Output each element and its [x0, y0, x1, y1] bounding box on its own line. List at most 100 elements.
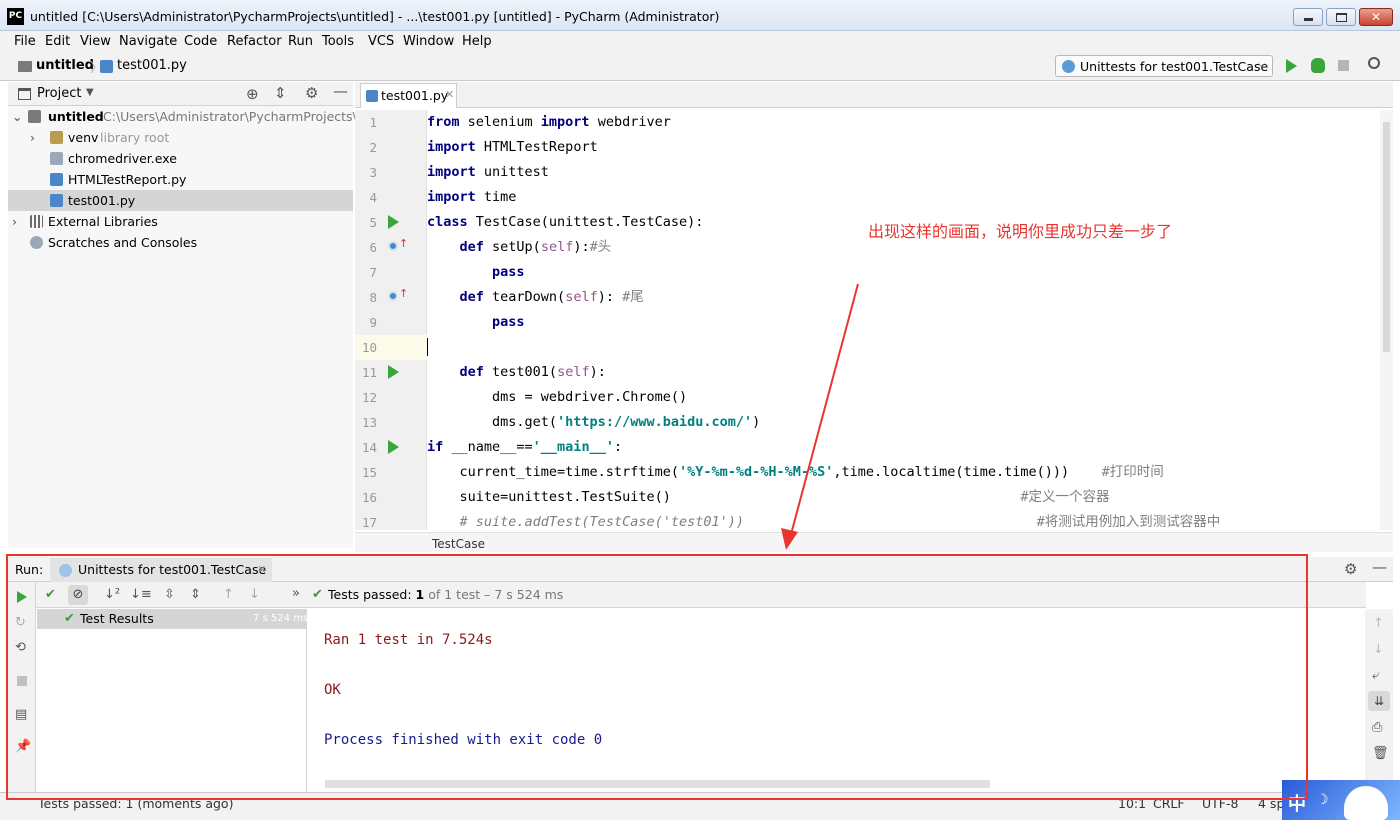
code-line: def tearDown(self): #尾	[459, 289, 644, 305]
editor-tab-test001[interactable]: test001.py ✕	[360, 83, 457, 108]
tree-item-label: venv	[68, 130, 99, 145]
soft-wrap-icon[interactable]: ⤶	[1372, 669, 1379, 683]
file-icon	[50, 152, 63, 165]
menu-navigate[interactable]: Navigate	[119, 34, 177, 49]
override-gutter-icon[interactable]	[388, 291, 398, 301]
scratch-icon	[30, 236, 43, 249]
override-gutter-icon[interactable]	[388, 241, 398, 251]
line-number: 16	[361, 490, 377, 505]
code-line	[427, 335, 1380, 360]
tree-item-label: chromedriver.exe	[68, 151, 177, 166]
menu-tools[interactable]: Tools	[322, 34, 354, 49]
hide-icon[interactable]: —	[333, 84, 348, 99]
gear-icon[interactable]: ⚙	[305, 86, 318, 101]
line-number: 10	[361, 340, 377, 355]
minimize-icon	[1303, 18, 1313, 21]
scroll-up-icon[interactable]: ↑	[1373, 617, 1384, 631]
minimize-button[interactable]	[1293, 8, 1323, 26]
line-number: 2	[369, 140, 377, 155]
menu-run[interactable]: Run	[288, 34, 313, 49]
debug-button[interactable]	[1311, 58, 1325, 73]
menu-vcs[interactable]: VCS	[368, 34, 394, 49]
collapse-all-icon[interactable]: ⇕	[274, 86, 287, 101]
menu-window[interactable]: Window	[403, 34, 454, 49]
code-line: if __name__=='__main__':	[427, 439, 623, 455]
code-line: from selenium import webdriver	[427, 114, 671, 130]
run-gutter-icon[interactable]	[388, 365, 399, 379]
scrollbar-thumb[interactable]	[1383, 122, 1390, 352]
code-line: pass	[492, 264, 525, 280]
code-editor[interactable]: from selenium import webdriver import HT…	[427, 110, 1380, 530]
menu-file[interactable]: File	[14, 34, 36, 49]
code-line: import HTMLTestReport	[427, 139, 598, 155]
run-gutter-icon[interactable]	[388, 215, 399, 229]
window-title: untitled [C:\Users\Administrator\Pycharm…	[30, 9, 720, 24]
tree-item-label: test001.py	[68, 193, 136, 208]
menu-refactor[interactable]: Refactor	[227, 34, 282, 49]
tree-item-venv[interactable]: › venv library root	[8, 127, 353, 148]
locate-icon[interactable]: ⊕	[246, 87, 259, 102]
close-tab-icon[interactable]: ✕	[445, 88, 454, 101]
menu-code[interactable]: Code	[184, 34, 217, 49]
run-gutter-icon[interactable]	[388, 440, 399, 454]
collapse-arrow-icon[interactable]: ›	[30, 130, 35, 145]
tree-item-note: library root	[100, 130, 170, 145]
scroll-to-end-icon[interactable]: ⇊	[1368, 691, 1390, 711]
folder-icon	[50, 131, 63, 144]
breadcrumb-file[interactable]: test001.py	[117, 58, 187, 73]
tree-item-label: Scratches and Consoles	[48, 235, 198, 250]
line-number: 12	[361, 390, 377, 405]
line-number: 7	[369, 265, 377, 280]
tree-item-label: HTMLTestReport.py	[68, 172, 187, 187]
project-panel-header: Project ▼ ⊕ ⇕ ⚙ —	[8, 82, 353, 106]
expand-arrow-icon[interactable]: ⌄	[12, 109, 22, 124]
tree-item-label: External Libraries	[48, 214, 158, 229]
trash-icon[interactable]: 🗑	[1372, 747, 1389, 761]
annotation-arrow-head	[781, 528, 798, 550]
menu-edit[interactable]: Edit	[45, 34, 70, 49]
line-number: 3	[369, 165, 377, 180]
project-view-label[interactable]: Project	[37, 86, 81, 101]
tree-item-label: untitled	[48, 109, 104, 124]
line-number: 6	[369, 240, 377, 255]
run-config-label: Unittests for test001.TestCase	[1080, 59, 1269, 74]
overrides-arrow-icon: ↑	[399, 237, 409, 250]
menu-view[interactable]: View	[80, 34, 111, 49]
code-line: pass	[492, 314, 525, 330]
run-button[interactable]	[1286, 59, 1297, 73]
annotation-arrow-line	[789, 283, 859, 539]
tree-item-test001[interactable]: test001.py	[8, 190, 353, 211]
stop-button[interactable]	[1338, 60, 1349, 71]
chevron-down-icon[interactable]: ▼	[86, 87, 94, 98]
collapse-arrow-icon[interactable]: ›	[12, 214, 17, 229]
search-everywhere-button[interactable]	[1368, 57, 1380, 69]
editor-breadcrumb[interactable]: TestCase	[355, 532, 1393, 552]
tree-item-external-libraries[interactable]: › External Libraries	[8, 211, 353, 232]
editor-scrollbar[interactable]	[1380, 110, 1393, 530]
close-window-button[interactable]: ✕	[1359, 8, 1393, 26]
tree-item-untitled[interactable]: ⌄ untitled C:\Users\Administrator\Pychar…	[8, 106, 405, 127]
project-tree: ⌄ untitled C:\Users\Administrator\Pychar…	[8, 106, 405, 548]
chevron-down-icon: ⌵	[1258, 59, 1266, 70]
mascot-icon	[1344, 786, 1388, 820]
python-test-icon	[1062, 60, 1075, 73]
tree-item-scratches[interactable]: Scratches and Consoles	[8, 232, 353, 253]
gear-icon[interactable]: ⚙	[1344, 562, 1357, 577]
breadcrumb-project[interactable]: untitled	[36, 58, 94, 73]
menu-help[interactable]: Help	[462, 34, 492, 49]
scroll-down-icon[interactable]: ↓	[1373, 643, 1384, 657]
run-configuration-select[interactable]: Unittests for test001.TestCase ⌵	[1055, 55, 1273, 77]
pycharm-app-icon: PC	[7, 8, 24, 25]
code-line: def test001(self):	[459, 364, 606, 380]
project-view-icon	[18, 88, 31, 100]
tree-item-chromedriver[interactable]: chromedriver.exe	[8, 148, 353, 169]
annotation-text: 出现这样的画面，说明你里成功只差一步了	[868, 222, 1173, 241]
folder-icon	[18, 61, 32, 72]
print-icon[interactable]: ⎙	[1372, 721, 1382, 735]
hide-icon[interactable]: —	[1372, 560, 1387, 575]
line-number: 15	[361, 465, 377, 480]
tree-item-htmltestreport[interactable]: HTMLTestReport.py	[8, 169, 353, 190]
maximize-button[interactable]	[1326, 8, 1356, 26]
python-file-icon	[50, 194, 63, 207]
code-line: suite=unittest.TestSuite() #定义一个容器	[427, 489, 1110, 505]
